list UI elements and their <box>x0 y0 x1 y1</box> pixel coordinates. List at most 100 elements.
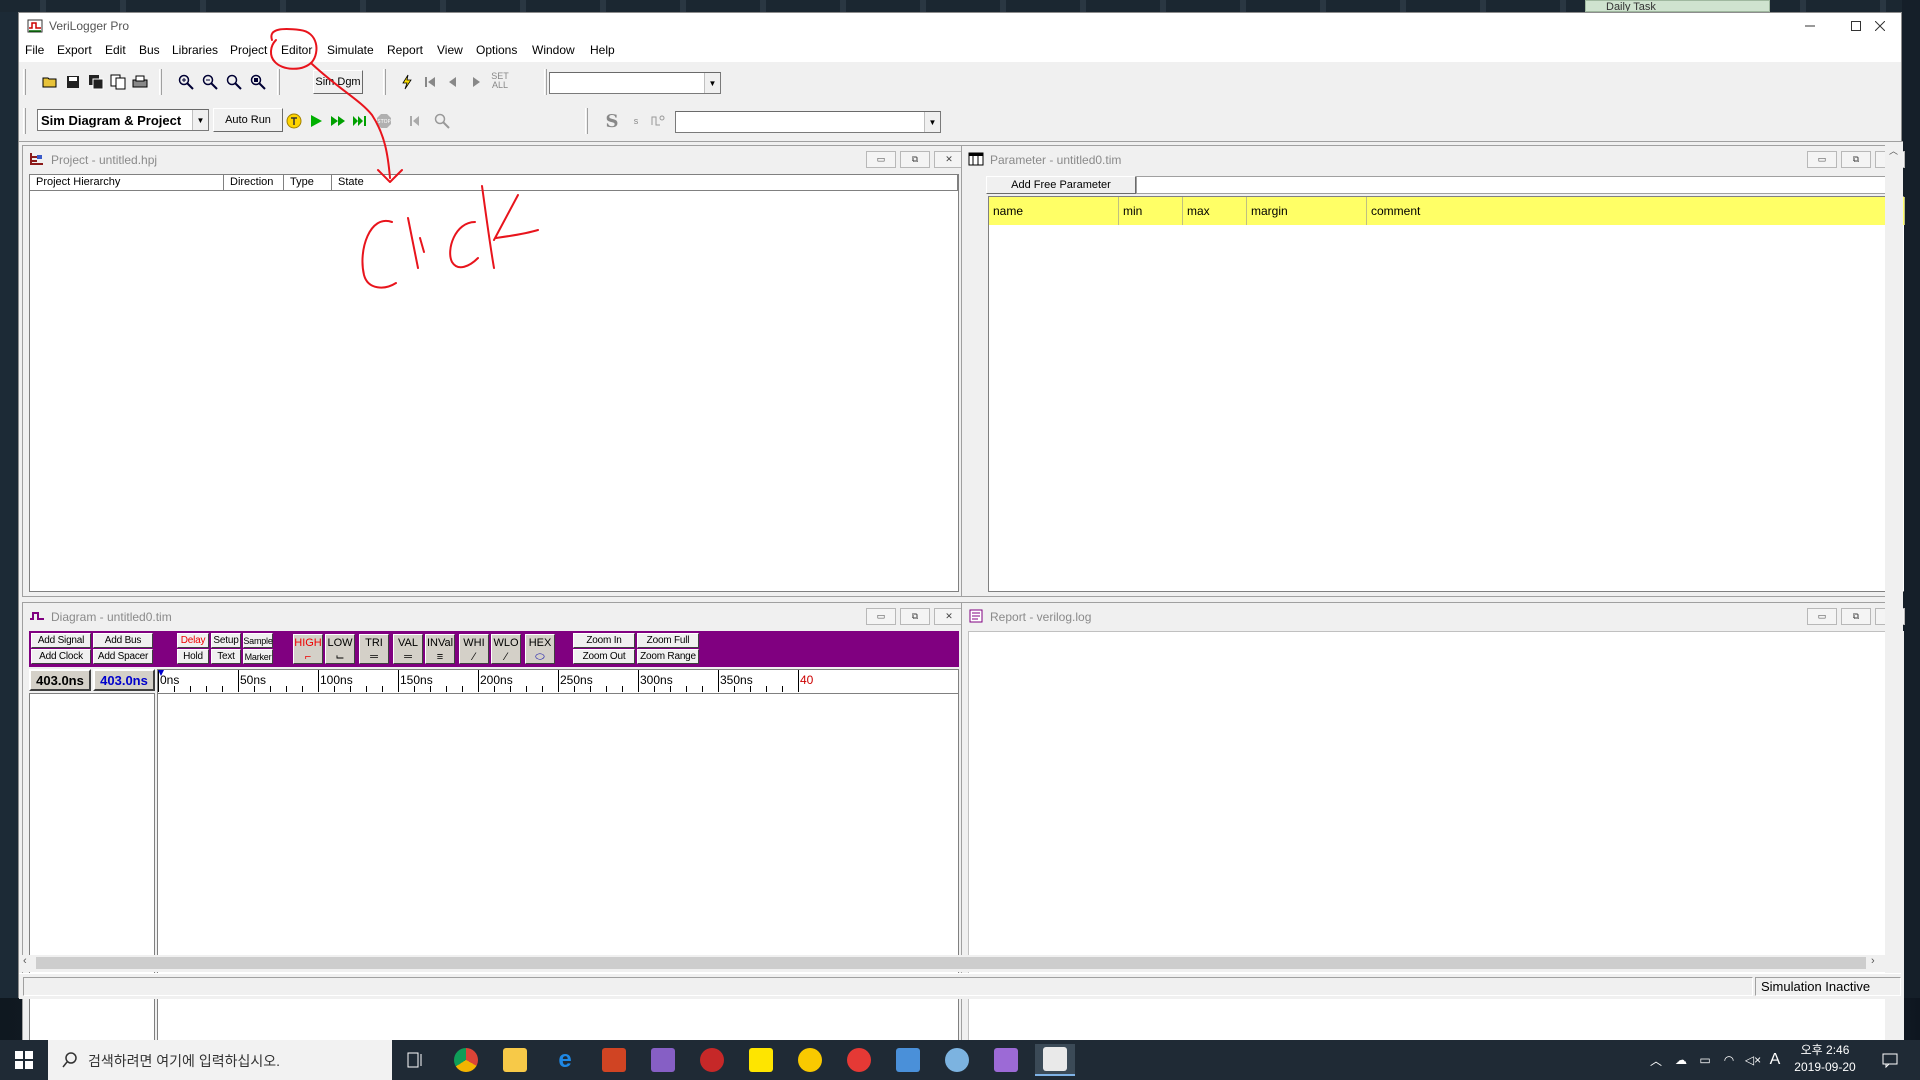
delay-button[interactable]: Delay <box>177 633 209 648</box>
onedrive-tray[interactable]: ☁ <box>1670 1040 1692 1080</box>
task-view-button[interactable] <box>396 1044 436 1076</box>
zoom-in-button[interactable] <box>175 71 197 93</box>
diagram-restore-button[interactable]: ⧉ <box>900 608 930 625</box>
scrollbar-thumb[interactable] <box>36 957 1866 969</box>
stop-button[interactable]: STOP <box>373 110 395 132</box>
video-player-taskbar-button[interactable] <box>839 1044 879 1076</box>
menu-options[interactable]: Options <box>476 43 517 57</box>
cursor-time-left[interactable]: 403.0ns <box>29 669 91 691</box>
add-bus-button[interactable]: Add Bus <box>93 633 153 648</box>
add-signal-button[interactable]: Add Signal <box>31 633 91 648</box>
set-all-button[interactable]: SET ALL <box>489 70 511 92</box>
daily-task-window-edge[interactable]: Daily Task <box>1585 0 1770 12</box>
menu-window[interactable]: Window <box>532 43 575 57</box>
column-name[interactable]: name <box>989 197 1119 225</box>
run-button[interactable] <box>305 110 327 132</box>
diagram-minimize-button[interactable]: ▭ <box>866 608 896 625</box>
small-s-icon[interactable]: s <box>625 110 647 132</box>
column-state[interactable]: State <box>332 175 958 191</box>
notes-taskbar-button[interactable] <box>888 1044 928 1076</box>
run-to-end-button[interactable] <box>349 110 371 132</box>
mdi-horizontal-scrollbar[interactable]: ‹ › <box>19 955 1903 972</box>
title-bar[interactable]: VeriLogger Pro <box>19 13 1901 39</box>
mdi-vertical-scrollbar[interactable]: ︿ ﹀ <box>1885 142 1903 1080</box>
signal-tool-button[interactable] <box>647 110 669 132</box>
report-text-area[interactable] <box>968 631 1886 1077</box>
chevron-down-icon[interactable]: ▼ <box>192 110 208 130</box>
add-free-parameter-button[interactable]: Add Free Parameter <box>986 176 1136 194</box>
close-button[interactable] <box>1857 13 1903 39</box>
menu-help[interactable]: Help <box>590 43 615 57</box>
add-clock-button[interactable]: Add Clock <box>31 649 91 664</box>
signal-search-select[interactable]: ▼ <box>675 111 941 133</box>
menu-simulate[interactable]: Simulate <box>327 43 374 57</box>
column-margin[interactable]: margin <box>1247 197 1367 225</box>
menu-report[interactable]: Report <box>387 43 423 57</box>
project-restore-button[interactable]: ⧉ <box>900 151 930 168</box>
zoom-full-button[interactable] <box>223 71 245 93</box>
project-hierarchy-list[interactable]: Project Hierarchy Direction Type State <box>29 174 959 592</box>
timeline-ruler[interactable]: 0ns 50ns 100ns 150ns 200ns 250ns 300ns 350ns 40 <box>158 670 958 694</box>
wave-tri-button[interactable]: TRI ═ <box>359 634 389 664</box>
project-close-button[interactable]: ✕ <box>934 151 964 168</box>
auto-run-button[interactable]: Auto Run <box>213 108 283 132</box>
battery-tray[interactable]: ▭ <box>1694 1040 1716 1080</box>
wave-wlo-button[interactable]: WLO ⁄ <box>491 634 521 664</box>
print-button[interactable] <box>129 71 151 93</box>
chevron-down-icon[interactable]: ▼ <box>924 112 940 132</box>
zoom-range-diagram-button[interactable]: Zoom Range <box>637 649 699 664</box>
zoom-out-diagram-button[interactable]: Zoom Out <box>573 649 635 664</box>
text-button[interactable]: Text <box>211 649 241 664</box>
zoom-full-diagram-button[interactable]: Zoom Full <box>637 633 699 648</box>
toolbar-grip[interactable] <box>23 108 26 134</box>
chevron-left-icon[interactable]: ‹ <box>23 955 27 967</box>
wave-inval-button[interactable]: INVal ≡ <box>425 634 455 664</box>
sim-dgm-button[interactable]: Sim Dgm <box>313 70 363 94</box>
column-type[interactable]: Type <box>284 175 332 191</box>
parameter-restore-button[interactable]: ⧉ <box>1841 151 1871 168</box>
menu-view[interactable]: View <box>437 43 463 57</box>
chevron-right-icon[interactable]: › <box>1871 955 1875 967</box>
diagram-window-caption[interactable]: Diagram - untitled0.tim ▭ ⧉ ✕ <box>23 603 964 629</box>
column-max[interactable]: max <box>1183 197 1247 225</box>
parameter-table[interactable]: name min max margin comment <box>988 196 1905 592</box>
project-minimize-button[interactable]: ▭ <box>866 151 896 168</box>
menu-edit[interactable]: Edit <box>105 43 126 57</box>
zoom-range-button[interactable] <box>247 71 269 93</box>
edge-taskbar-button[interactable]: e <box>545 1044 585 1076</box>
report-restore-button[interactable]: ⧉ <box>1841 608 1871 625</box>
build-button[interactable] <box>283 110 305 132</box>
media-player-taskbar-button[interactable] <box>790 1044 830 1076</box>
step-forward-button[interactable] <box>465 71 487 93</box>
wave-hex-button[interactable]: HEX ⬭ <box>525 634 555 664</box>
step-back-button[interactable] <box>442 71 464 93</box>
save-button[interactable] <box>62 71 84 93</box>
project-window-caption[interactable]: Project - untitled.hpj ▭ ⧉ ✕ <box>23 146 964 172</box>
volume-tray[interactable]: ◁× <box>1742 1040 1764 1080</box>
cursor-time-right[interactable]: 403.0ns <box>93 669 155 691</box>
parameter-minimize-button[interactable]: ▭ <box>1807 151 1837 168</box>
show-hidden-icons-button[interactable]: ︿ <box>1646 1040 1666 1080</box>
toolbar-grip[interactable] <box>23 69 26 95</box>
menu-bus[interactable]: Bus <box>139 43 160 57</box>
wave-val-button[interactable]: VAL ═ <box>393 634 423 664</box>
powerpoint-taskbar-button[interactable] <box>594 1044 634 1076</box>
signal-select[interactable]: ▼ <box>549 72 721 94</box>
timeline-cursor-marker[interactable] <box>158 670 164 676</box>
signal-name-pane[interactable] <box>29 693 155 1077</box>
wave-low-button[interactable]: LOW ⌙ <box>325 634 355 664</box>
file-explorer-taskbar-button[interactable] <box>495 1044 535 1076</box>
goto-start-button[interactable] <box>419 71 441 93</box>
taskbar-search-box[interactable]: 검색하려면 여기에 입력하십시오. <box>48 1040 392 1080</box>
wave-whi-button[interactable]: WHI ⁄ <box>459 634 489 664</box>
column-comment[interactable]: comment <box>1367 197 1905 225</box>
fast-forward-button[interactable] <box>327 110 349 132</box>
hold-button[interactable]: Hold <box>177 649 209 664</box>
menu-file[interactable]: File <box>25 43 44 57</box>
menu-editor[interactable]: Editor <box>281 43 312 57</box>
column-project-hierarchy[interactable]: Project Hierarchy <box>30 175 224 191</box>
copy-file-button[interactable] <box>107 71 129 93</box>
parameter-input-strip[interactable] <box>1136 176 1892 194</box>
minimize-button[interactable] <box>1787 13 1833 39</box>
notification-center-button[interactable] <box>1870 1040 1910 1080</box>
